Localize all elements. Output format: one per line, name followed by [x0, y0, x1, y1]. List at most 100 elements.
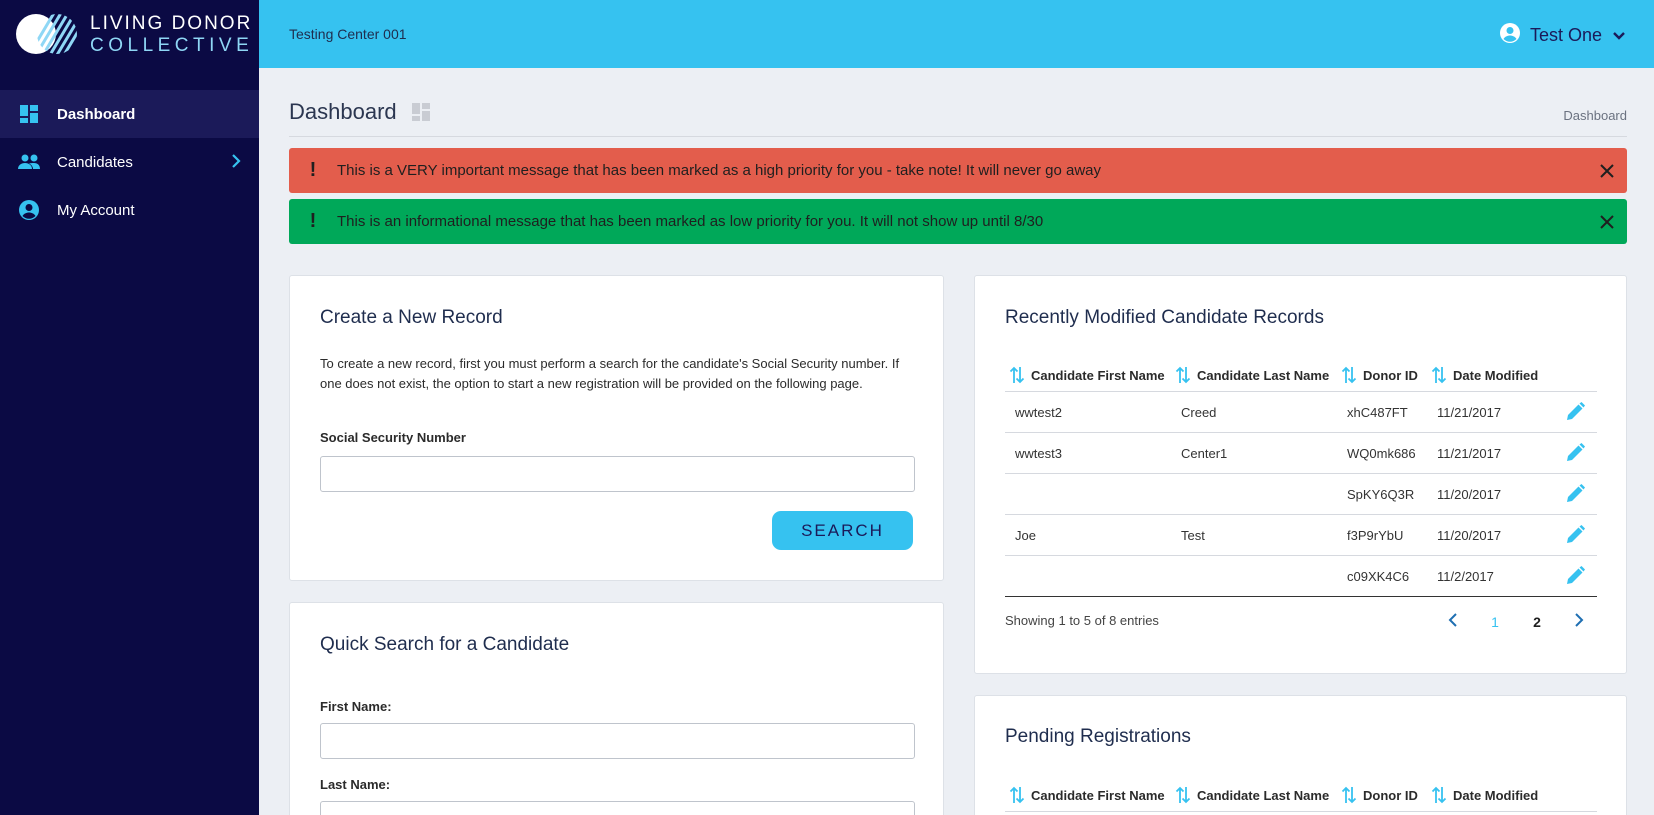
brand-logo[interactable]: LIVING DONOR COLLECTIVE — [16, 14, 250, 55]
table-row[interactable]: SpKY6Q3R 11/20/2017 — [1005, 474, 1597, 515]
logo-mark-icon — [16, 14, 77, 54]
sidebar-nav: Dashboard Candidates My Account — [0, 90, 259, 234]
column-header-last-name[interactable]: Candidate Last Name — [1175, 786, 1329, 804]
column-label: Candidate Last Name — [1197, 367, 1330, 383]
account-circle-icon — [18, 199, 40, 221]
brand-line1: LIVING DONOR — [90, 12, 253, 34]
alert-high-priority: ! This is a VERY important message that … — [289, 148, 1627, 193]
alert-message: This is a VERY important message that ha… — [337, 162, 1101, 179]
previous-page-button[interactable] — [1432, 612, 1474, 631]
last-name-label: Last Name: — [320, 777, 391, 792]
brand-line2: COLLECTIVE — [90, 34, 254, 56]
table-header: Candidate First Name Candidate Last Name… — [1005, 352, 1597, 392]
dashboard-icon — [411, 102, 431, 127]
card-title: Recently Modified Candidate Records — [1005, 307, 1324, 328]
chevron-left-icon — [1448, 613, 1457, 627]
donor-id-cell: f3P9rYbU — [1347, 528, 1404, 543]
card-title: Quick Search for a Candidate — [320, 634, 570, 655]
column-label: Donor ID — [1363, 367, 1418, 383]
date-cell: 11/21/2017 — [1437, 446, 1502, 461]
card-title: Pending Registrations — [1005, 726, 1191, 747]
ssn-input[interactable] — [320, 456, 915, 492]
sort-icon — [1009, 366, 1025, 384]
page-title: Dashboard — [289, 99, 397, 124]
breadcrumb[interactable]: Dashboard — [1563, 108, 1627, 123]
column-label: Candidate First Name — [1031, 787, 1165, 803]
column-header-donor-id[interactable]: Donor ID — [1341, 786, 1418, 804]
table-header: Candidate First Name Candidate Last Name… — [1005, 772, 1597, 812]
quick-search-card: Quick Search for a Candidate First Name:… — [289, 602, 944, 815]
top-bar: Testing Center 001 Test One — [259, 0, 1654, 68]
donor-id-cell: WQ0mk686 — [1347, 446, 1416, 461]
sort-icon — [1431, 366, 1447, 384]
pagination: 1 2 — [1432, 612, 1600, 631]
page-2-button[interactable]: 2 — [1516, 614, 1558, 630]
sidebar-item-label: Candidates — [57, 153, 133, 171]
table-row[interactable]: Joe Test f3P9rYbU 11/20/2017 — [1005, 515, 1597, 556]
ssn-label: Social Security Number — [320, 430, 466, 445]
people-icon — [18, 151, 40, 173]
table-row[interactable]: c09XK4C6 11/2/2017 — [1005, 556, 1597, 597]
sort-icon — [1341, 366, 1357, 384]
last-name-cell: Center1 — [1181, 446, 1228, 461]
last-name-input[interactable] — [320, 801, 915, 815]
sidebar-item-candidates[interactable]: Candidates — [0, 138, 259, 186]
last-name-cell: Creed — [1181, 405, 1217, 420]
page-1-button[interactable]: 1 — [1474, 614, 1516, 630]
entries-info: Showing 1 to 5 of 8 entries — [1005, 613, 1159, 628]
date-cell: 11/2/2017 — [1437, 569, 1494, 584]
card-description: To create a new record, first you must p… — [320, 356, 900, 391]
edit-pencil-icon[interactable] — [1565, 566, 1585, 589]
user-name: Test One — [1529, 25, 1602, 45]
edit-pencil-icon[interactable] — [1565, 402, 1585, 425]
next-page-button[interactable] — [1558, 612, 1600, 631]
column-header-date-modified[interactable]: Date Modified — [1431, 786, 1538, 804]
first-name-cell: wwtest2 — [1015, 405, 1062, 420]
alert-message: This is an informational message that ha… — [337, 213, 1044, 230]
donor-id-cell: c09XK4C6 — [1347, 569, 1410, 584]
sidebar-item-label: My Account — [57, 201, 135, 219]
user-menu[interactable]: Test One — [1499, 22, 1626, 49]
recent-records-card: Recently Modified Candidate Records Cand… — [974, 275, 1627, 674]
chevron-right-icon — [231, 153, 241, 173]
page-header: Dashboard Dashboard — [289, 92, 1627, 137]
donor-id-cell: SpKY6Q3R — [1347, 487, 1415, 502]
date-cell: 11/20/2017 — [1437, 528, 1502, 543]
recent-records-table: Candidate First Name Candidate Last Name… — [1005, 352, 1597, 597]
column-header-donor-id[interactable]: Donor ID — [1341, 366, 1418, 384]
sort-icon — [1009, 786, 1025, 804]
exclamation-icon: ! — [309, 210, 317, 232]
first-name-input[interactable] — [320, 723, 915, 759]
last-name-cell: Test — [1181, 528, 1205, 543]
sort-icon — [1341, 786, 1357, 804]
column-label: Donor ID — [1363, 787, 1418, 803]
sidebar-item-my-account[interactable]: My Account — [0, 186, 259, 234]
column-header-last-name[interactable]: Candidate Last Name — [1175, 366, 1329, 384]
sort-icon — [1175, 366, 1191, 384]
sidebar-item-dashboard[interactable]: Dashboard — [0, 90, 259, 138]
donor-id-cell: xhC487FT — [1347, 405, 1408, 420]
edit-pencil-icon[interactable] — [1565, 484, 1585, 507]
column-label: Date Modified — [1453, 787, 1539, 803]
table-row[interactable]: wwtest3 Center1 WQ0mk686 11/21/2017 — [1005, 433, 1597, 474]
column-header-date-modified[interactable]: Date Modified — [1431, 366, 1538, 384]
exclamation-icon: ! — [309, 159, 317, 181]
first-name-cell: Joe — [1015, 528, 1036, 543]
column-label: Candidate Last Name — [1197, 787, 1330, 803]
search-button[interactable]: SEARCH — [772, 511, 913, 550]
chevron-right-icon — [1575, 613, 1584, 627]
card-title: Create a New Record — [320, 307, 503, 328]
close-icon[interactable] — [1587, 163, 1627, 178]
edit-pencil-icon[interactable] — [1565, 443, 1585, 466]
column-label: Date Modified — [1453, 367, 1539, 383]
pending-registrations-table: Candidate First Name Candidate Last Name… — [1005, 772, 1597, 812]
first-name-cell: wwtest3 — [1015, 446, 1062, 461]
close-icon[interactable] — [1587, 214, 1627, 229]
edit-pencil-icon[interactable] — [1565, 525, 1585, 548]
table-row[interactable]: wwtest2 Creed xhC487FT 11/21/2017 — [1005, 392, 1597, 433]
sort-icon — [1175, 786, 1191, 804]
column-header-first-name[interactable]: Candidate First Name — [1009, 366, 1165, 384]
user-avatar-icon — [1499, 22, 1521, 49]
alert-low-priority: ! This is an informational message that … — [289, 199, 1627, 244]
column-header-first-name[interactable]: Candidate First Name — [1009, 786, 1165, 804]
